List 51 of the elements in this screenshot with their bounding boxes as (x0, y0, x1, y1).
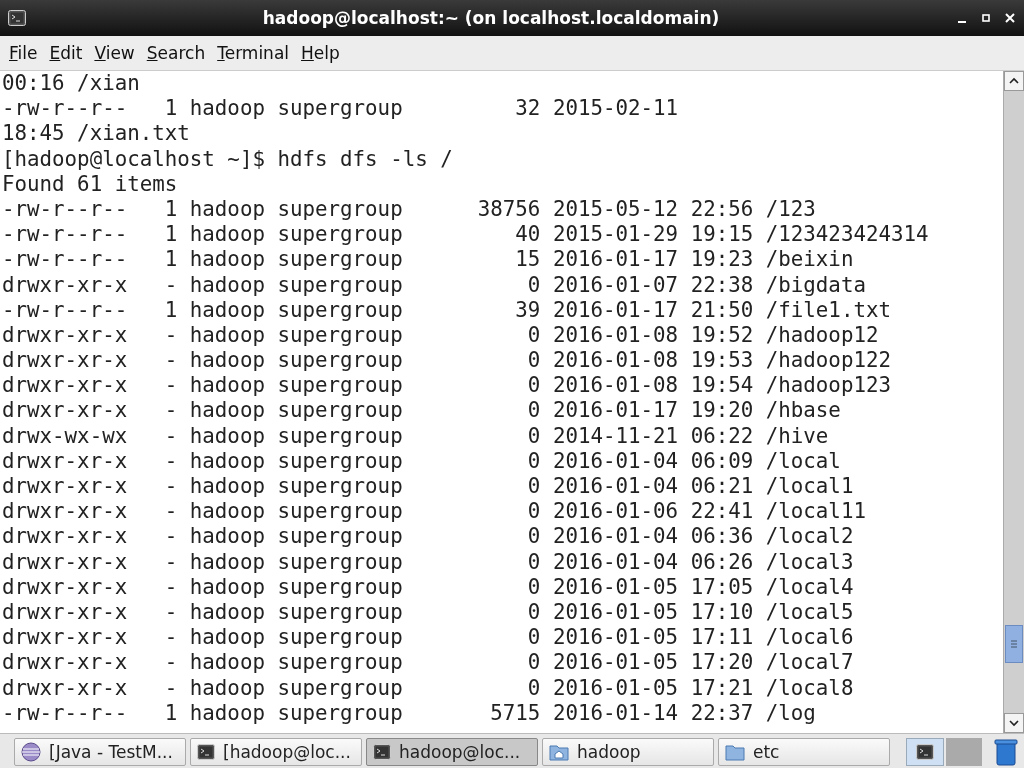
workspace-button[interactable] (906, 737, 944, 766)
terminal-line: drwxr-xr-x - hadoop supergroup 0 2016-01-04 06:26 /local3 (2, 549, 854, 575)
terminal-line: drwxr-xr-x - hadoop supergroup 0 2016-01-08 19:52 /hadoop12 (2, 322, 879, 349)
taskbar-button[interactable]: [hadoop@loc... (190, 737, 362, 766)
terminal-line: drwxr-xr-x - hadoop supergroup 0 2016-01-08 19:54 /hadoop123 (2, 373, 891, 399)
close-icon[interactable] (1004, 12, 1016, 24)
terminal-icon (916, 743, 934, 760)
scrollbar-thumb[interactable] (1005, 625, 1023, 663)
scrollbar[interactable] (1003, 71, 1024, 733)
terminal-line: drwxr-xr-x - hadoop supergroup 0 2016-01-07 22:38 /bigdata (2, 272, 866, 298)
terminal-line: 18:45 /xian.txt (2, 121, 190, 147)
terminal-line: drwxr-xr-x - hadoop supergroup 0 2016-01-08 19:53 /hadoop122 (2, 348, 891, 374)
terminal-line: drwxr-xr-x - hadoop supergroup 0 2016-01-05 17:20 /local7 (2, 650, 854, 676)
taskbar-button[interactable]: etc (718, 737, 890, 766)
terminal-line: -rw-r--r-- 1 hadoop supergroup 32 2015-02-11 (2, 96, 679, 122)
terminal-line: drwxr-xr-x - hadoop supergroup 0 2016-01-05 17:11 /local6 (2, 625, 854, 651)
terminal-line: drwxr-xr-x - hadoop supergroup 0 2016-01-04 06:09 /local (2, 448, 841, 474)
terminal-icon (373, 743, 391, 760)
terminal-line: -rw-r--r-- 1 hadoop supergroup 39 2016-01-17 21:50 /file1.txt (2, 297, 891, 323)
terminal-line: drwx-wx-wx - hadoop supergroup 0 2014-11-21 06:22 /hive (2, 423, 829, 449)
terminal-icon (8, 10, 26, 26)
terminal-line: drwxr-xr-x - hadoop supergroup 0 2016-01-04 06:21 /local1 (2, 474, 854, 500)
terminal-line: drwxr-xr-x - hadoop supergroup 0 2016-01-04 06:36 /local2 (2, 524, 854, 550)
folder-icon (725, 742, 745, 761)
sphere-icon (21, 741, 41, 762)
terminal-line: -rw-r--r-- 1 hadoop supergroup 40 2015-01-29 19:15 /123423424314 (2, 222, 929, 248)
terminal-line: -rw-r--r-- 1 hadoop supergroup 5715 2016-01-14 22:37 /log (2, 700, 816, 726)
window-title: hadoop@localhost:~ (on localhost.localdomain) (261, 8, 721, 28)
trash-icon[interactable] (994, 737, 1018, 766)
menu-item[interactable]: Terminal (212, 40, 295, 66)
terminal-line: drwxr-xr-x - hadoop supergroup 0 2016-01-17 19:20 /hbase (2, 398, 841, 424)
menu-item[interactable]: Search (141, 40, 211, 66)
taskbar-button[interactable]: [Java - TestM... (14, 737, 186, 766)
terminal-line: drwxr-xr-x - hadoop supergroup 0 2016-01-05 17:05 /local4 (2, 574, 854, 600)
taskbar-button[interactable]: hadoop (542, 737, 714, 766)
terminal-line: [hadoop@localhost ~]$ hdfs dfs -ls / (2, 146, 453, 172)
menu-item[interactable]: View (89, 40, 140, 66)
terminal-line: 00:16 /xian (2, 71, 140, 97)
taskbar-button[interactable]: hadoop@loc... (366, 737, 538, 766)
terminal-line: -rw-r--r-- 1 hadoop supergroup 15 2016-01-17 19:23 /beixin (2, 247, 854, 273)
terminal-line: drwxr-xr-x - hadoop supergroup 0 2016-01-05 17:21 /local8 (2, 675, 854, 701)
terminal-icon (197, 743, 215, 760)
terminal-line: drwxr-xr-x - hadoop supergroup 0 2016-01-06 22:41 /local11 (2, 499, 866, 525)
terminal-line: drwxr-xr-x - hadoop supergroup 0 2016-01-05 17:10 /local5 (2, 599, 854, 626)
terminal-line: -rw-r--r-- 1 hadoop supergroup 38756 2015-05-12 22:56 /123 (2, 196, 816, 223)
menu-item[interactable]: File (4, 40, 43, 66)
home-folder-icon (549, 742, 569, 761)
menu-item[interactable]: Edit (44, 40, 88, 66)
maximize-icon[interactable] (980, 12, 992, 24)
menu-item[interactable]: Help (296, 40, 345, 66)
terminal-line: Found 61 items (2, 171, 178, 197)
